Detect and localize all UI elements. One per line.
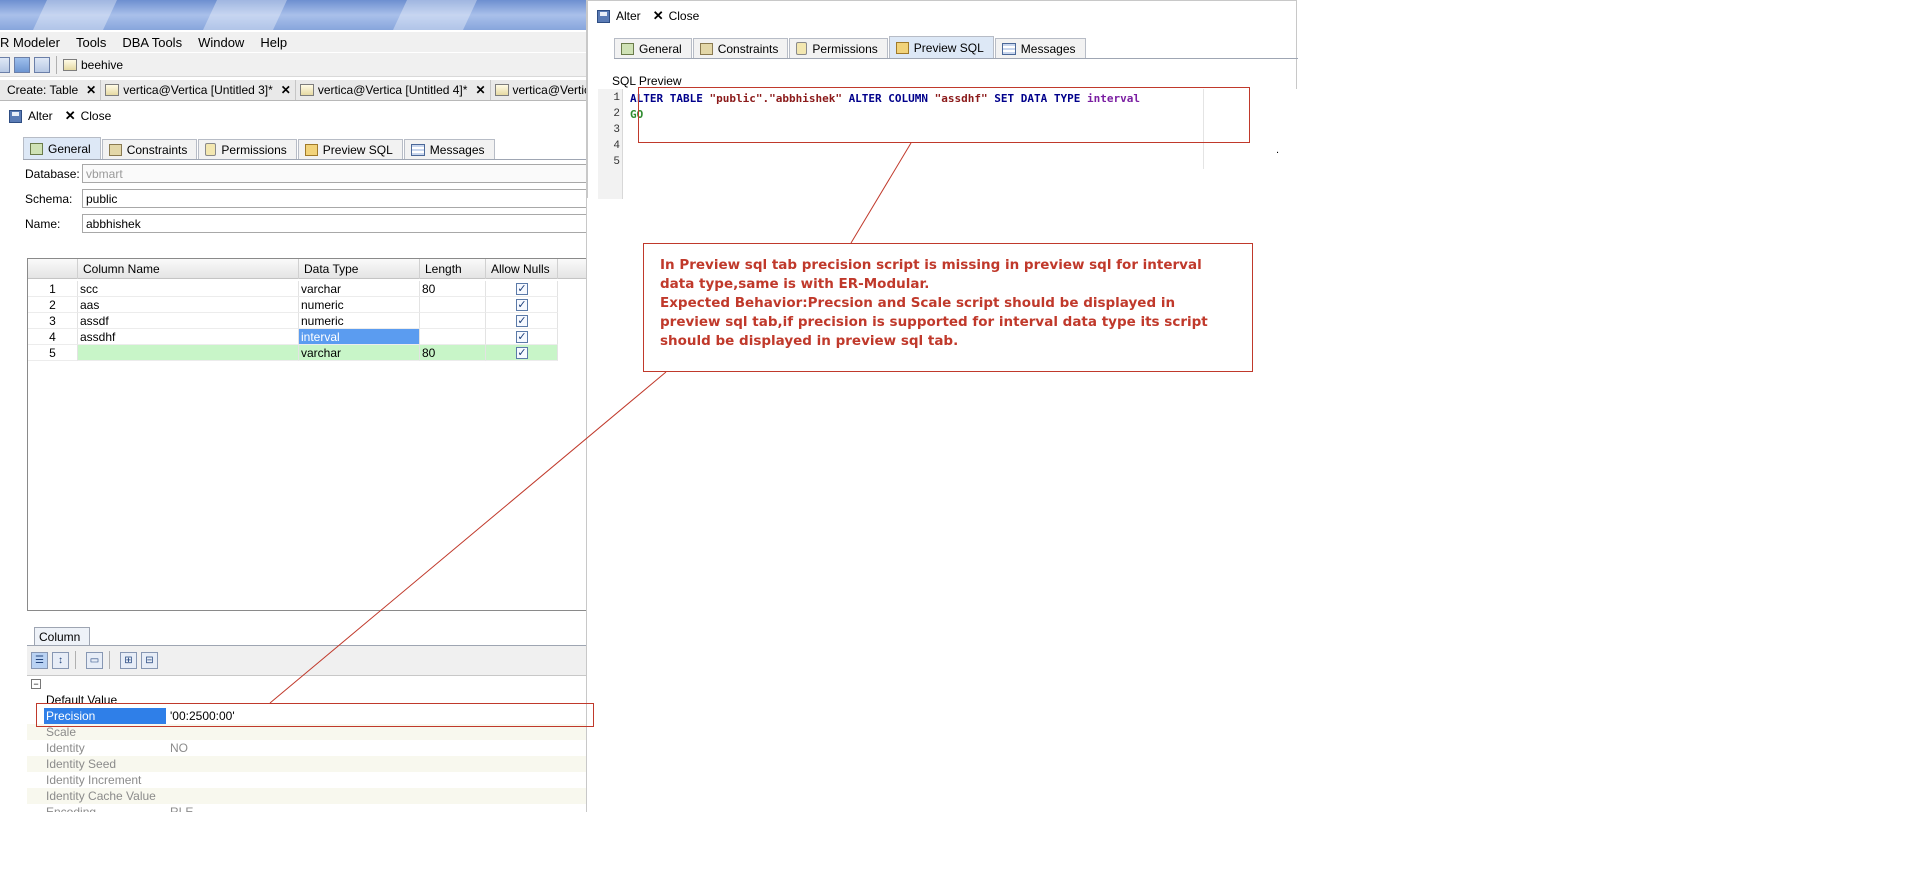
annotation-connectors <box>269 142 912 704</box>
annotation-expected-text: Expected Behavior:Precsion and Scale scr… <box>660 295 1208 349</box>
connector-sql-to-note <box>850 142 912 244</box>
stray-dot: . <box>1276 144 1280 156</box>
annotation-note: In Preview sql tab precision script is m… <box>643 243 1253 372</box>
annotation-issue-text: In Preview sql tab precision script is m… <box>660 257 1202 292</box>
connector-note-to-precision <box>269 371 667 704</box>
